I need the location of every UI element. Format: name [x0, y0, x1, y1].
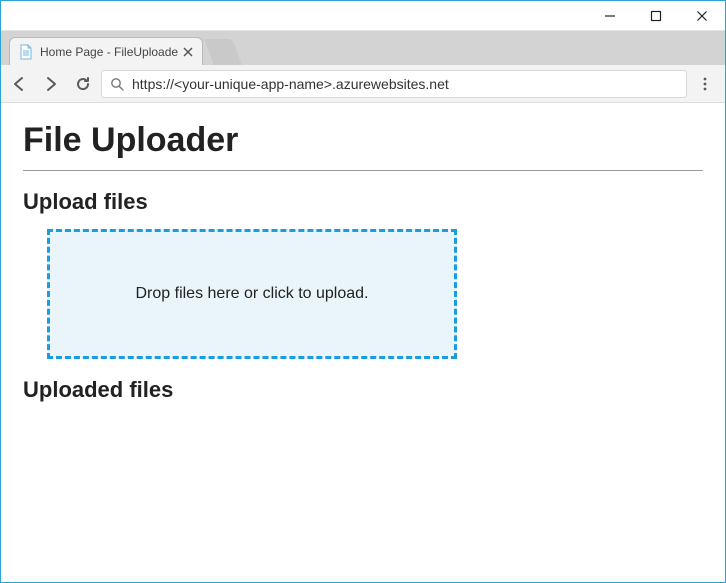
tab-close-button[interactable] — [180, 44, 196, 60]
browser-tab[interactable]: Home Page - FileUploade — [9, 37, 203, 65]
back-button[interactable] — [5, 70, 33, 98]
window-close-button[interactable] — [679, 1, 725, 30]
close-icon — [183, 47, 193, 57]
browser-toolbar: https://<your-unique-app-name>.azurewebs… — [1, 65, 725, 103]
window-titlebar — [1, 1, 725, 31]
kebab-menu-icon — [697, 76, 713, 92]
dropzone-message: Drop files here or click to upload. — [136, 285, 369, 303]
browser-menu-button[interactable] — [691, 70, 719, 98]
new-tab-button[interactable] — [204, 39, 241, 65]
upload-section-heading: Upload files — [23, 189, 703, 215]
forward-button[interactable] — [37, 70, 65, 98]
address-url-text: https://<your-unique-app-name>.azurewebs… — [132, 76, 449, 92]
divider — [23, 170, 703, 171]
maximize-icon — [650, 10, 662, 22]
tab-strip: Home Page - FileUploade — [1, 31, 725, 65]
address-bar[interactable]: https://<your-unique-app-name>.azurewebs… — [101, 70, 687, 98]
minimize-icon — [604, 10, 616, 22]
arrow-right-icon — [42, 75, 60, 93]
tab-title: Home Page - FileUploade — [40, 45, 178, 59]
page-title: File Uploader — [23, 121, 703, 160]
window-maximize-button[interactable] — [633, 1, 679, 30]
window-minimize-button[interactable] — [587, 1, 633, 30]
page-favicon — [18, 44, 34, 60]
arrow-left-icon — [10, 75, 28, 93]
browser-window: Home Page - FileUploade https://<your-un… — [0, 0, 726, 583]
reload-icon — [74, 75, 92, 93]
search-icon — [110, 77, 124, 91]
page-content: File Uploader Upload files Drop files he… — [1, 103, 725, 582]
uploaded-section-heading: Uploaded files — [23, 377, 703, 403]
reload-button[interactable] — [69, 70, 97, 98]
close-icon — [696, 10, 708, 22]
file-dropzone[interactable]: Drop files here or click to upload. — [47, 229, 457, 359]
